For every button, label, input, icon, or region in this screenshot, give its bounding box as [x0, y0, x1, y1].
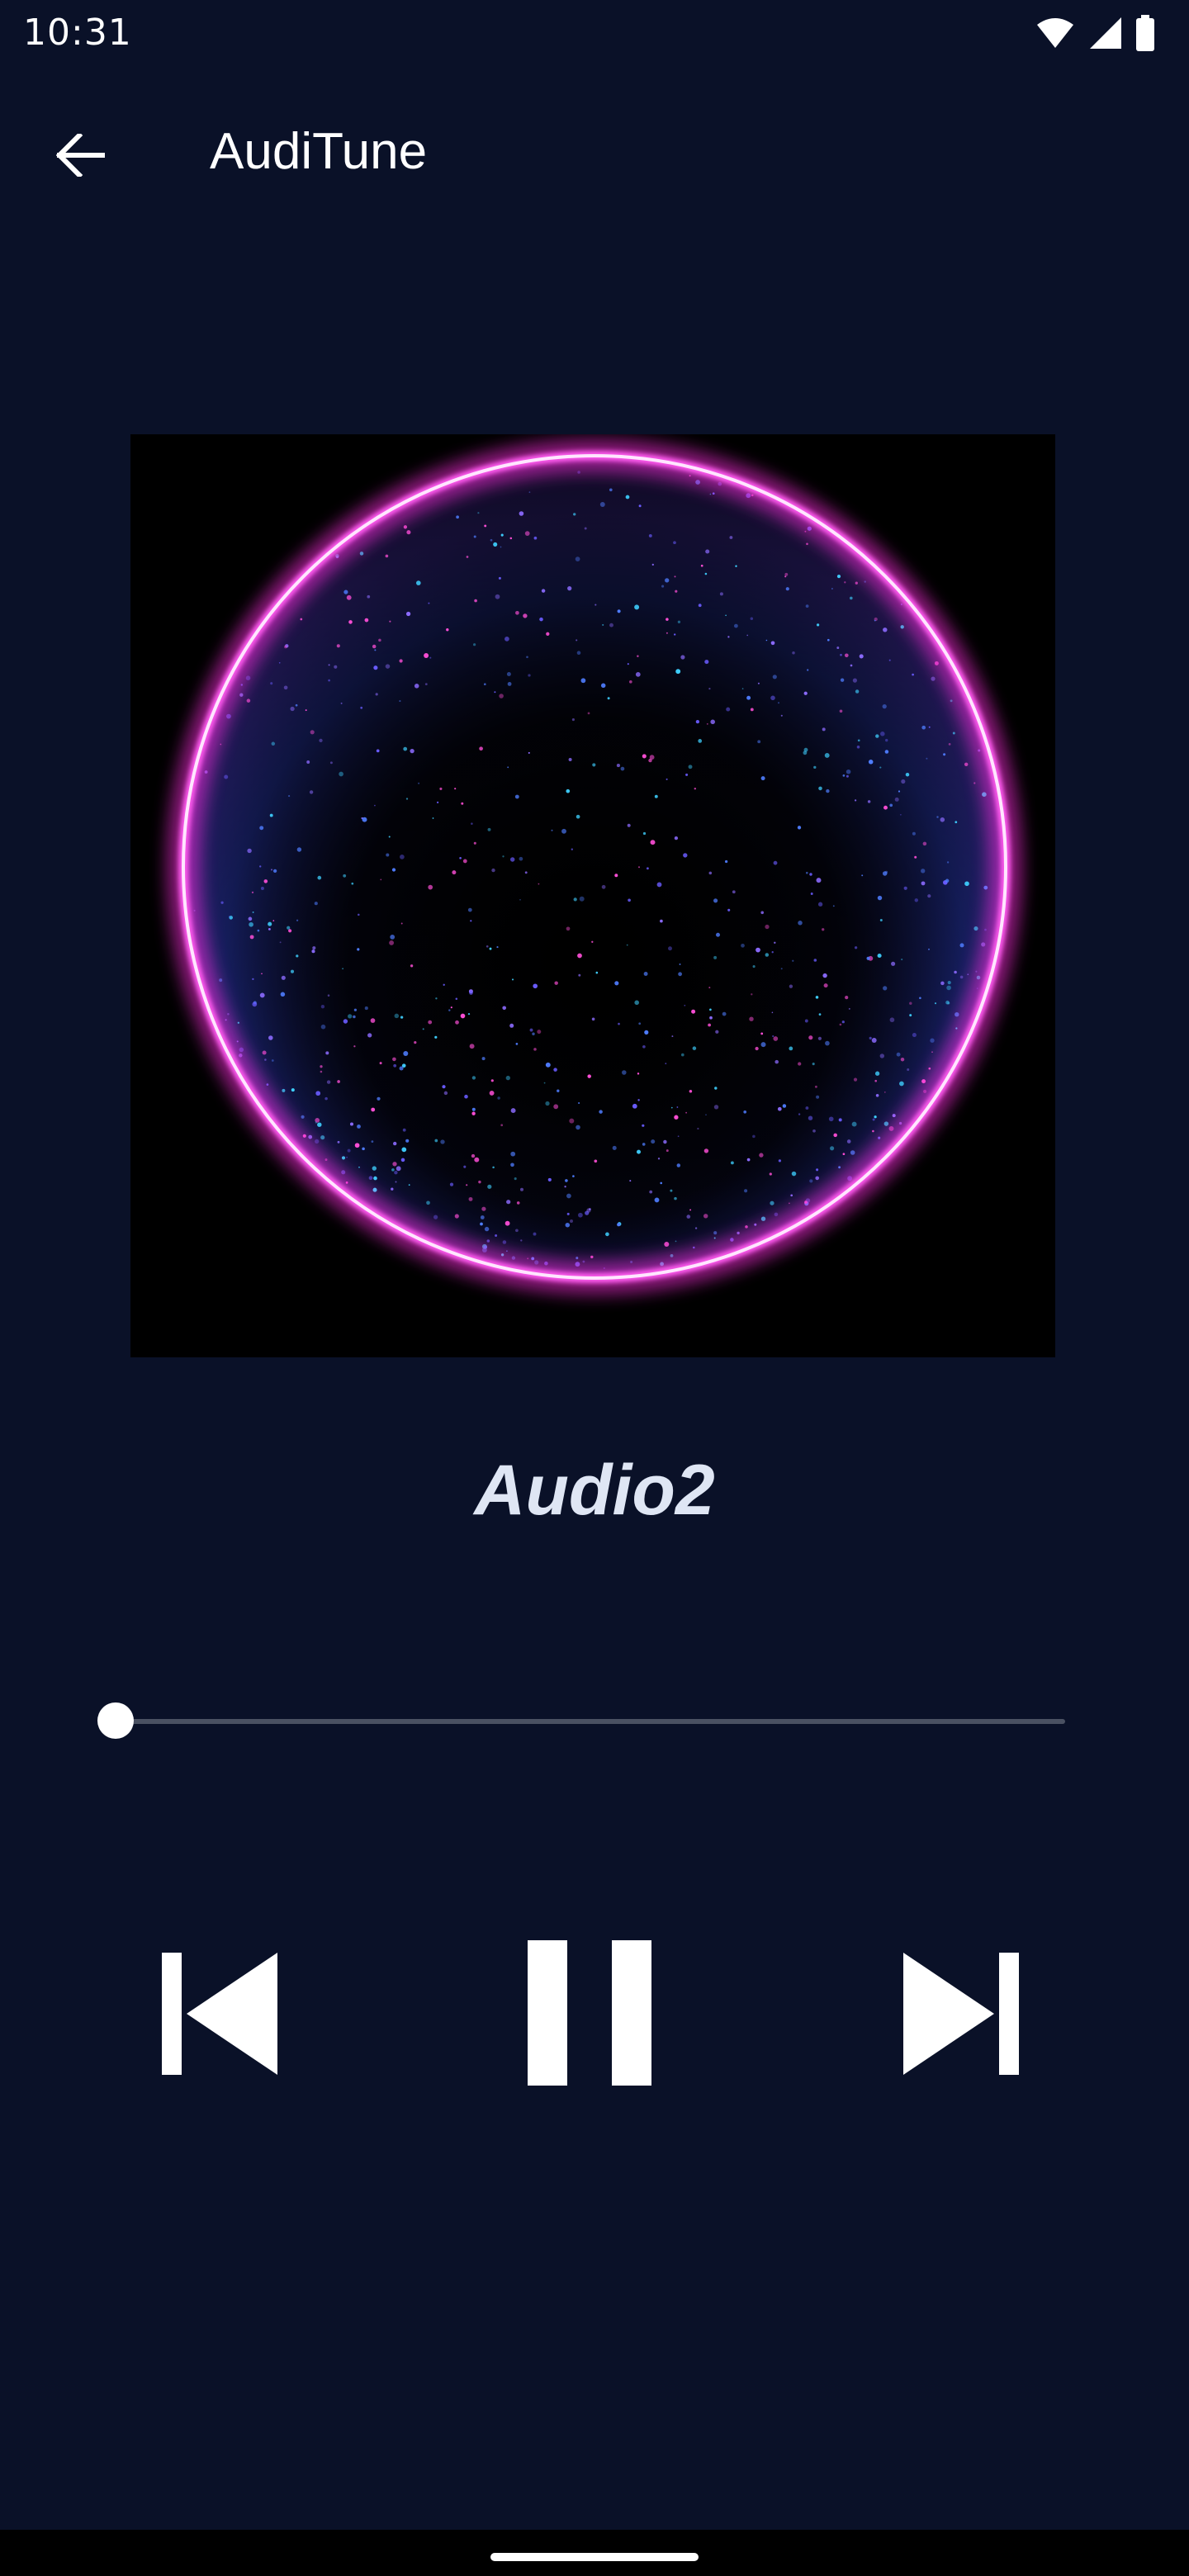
skip-previous-icon [149, 1949, 281, 2081]
navigation-bar [0, 2530, 1189, 2576]
previous-button[interactable] [140, 1932, 289, 2097]
app-title: AudiTune [210, 123, 428, 180]
next-button[interactable] [892, 1932, 1040, 2097]
signal-icon [1087, 16, 1123, 54]
track-title: Audio2 [474, 1451, 715, 1530]
status-bar: 10:31 [0, 0, 1189, 69]
back-button[interactable] [38, 114, 124, 200]
seek-track [114, 1719, 1065, 1724]
seek-bar[interactable] [97, 1701, 1072, 1740]
arrow-left-icon [55, 131, 106, 181]
album-art-image [130, 434, 1055, 1357]
seek-thumb[interactable] [97, 1702, 134, 1739]
pause-button[interactable] [512, 1924, 669, 2105]
app-bar: AudiTune [0, 83, 1189, 218]
battery-icon [1135, 14, 1156, 55]
album-art [130, 434, 1055, 1357]
status-icons [1035, 14, 1156, 55]
status-time: 10:31 [23, 12, 132, 54]
home-gesture-handle[interactable] [490, 2553, 699, 2561]
pause-icon [524, 1939, 656, 2091]
wifi-icon [1035, 17, 1075, 54]
skip-next-icon [900, 1949, 1032, 2081]
